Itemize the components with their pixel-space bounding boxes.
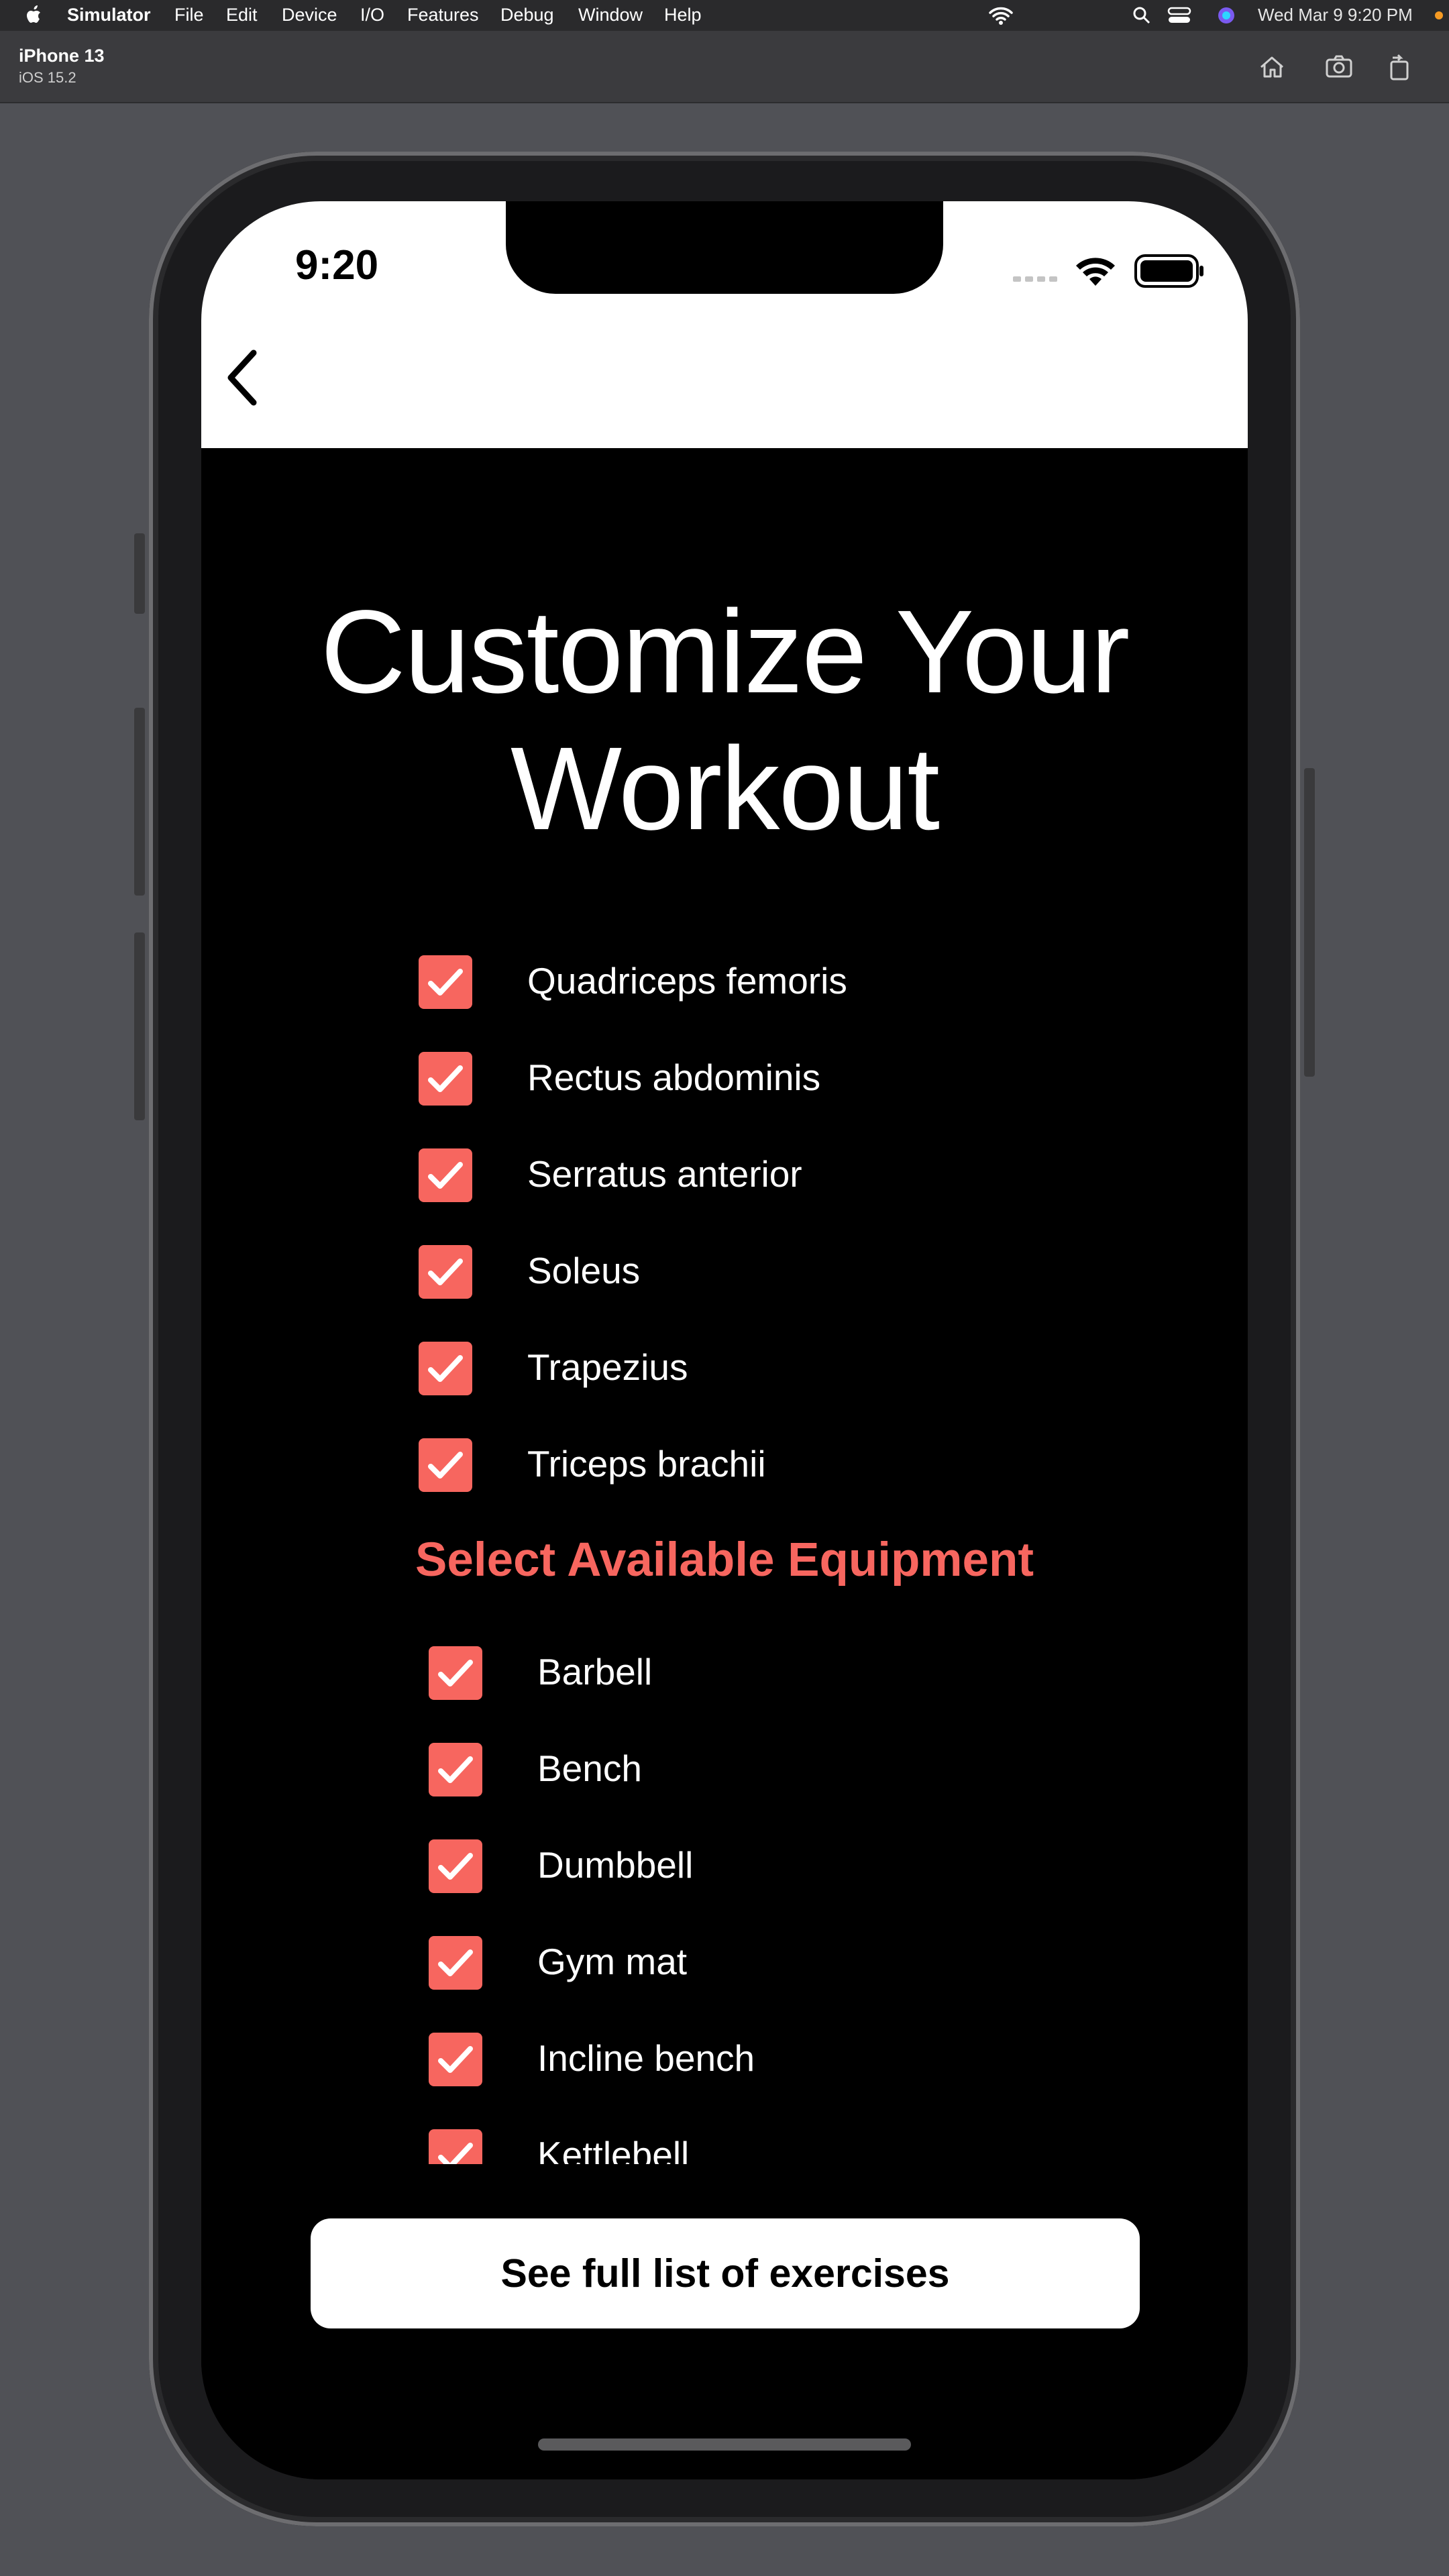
simulator-toolbar: iPhone 13 iOS 15.2: [0, 31, 1449, 103]
checkbox-checked[interactable]: [419, 1342, 472, 1395]
muscle-label: Triceps brachii: [527, 1443, 766, 1485]
muscle-option[interactable]: Soleus: [419, 1245, 1022, 1301]
checkmark-icon: [428, 1452, 463, 1479]
page-title: Customize Your Workout: [201, 584, 1248, 857]
equipment-label: Bench: [537, 1748, 642, 1789]
wifi-icon: [1076, 258, 1115, 286]
menu-help[interactable]: Help: [664, 5, 702, 25]
checkmark-icon: [438, 1853, 473, 1880]
checkmark-icon: [438, 2046, 473, 2073]
menu-features[interactable]: Features: [407, 5, 479, 25]
equipment-option[interactable]: Incline bench: [429, 2033, 1032, 2089]
equipment-label: Dumbbell: [537, 1844, 694, 1886]
checkbox-checked[interactable]: [419, 1148, 472, 1202]
muscle-label: Serratus anterior: [527, 1153, 802, 1195]
power-button: [1304, 768, 1315, 1077]
volume-down-button: [134, 932, 145, 1120]
equipment-option[interactable]: Barbell: [429, 1646, 1032, 1703]
checkmark-icon: [438, 1756, 473, 1783]
checkmark-icon: [428, 1065, 463, 1092]
checkbox-checked[interactable]: [429, 1839, 482, 1893]
menu-edit[interactable]: Edit: [226, 5, 258, 25]
search-icon[interactable]: [1132, 6, 1151, 25]
checkmark-icon: [428, 1162, 463, 1189]
notch: [506, 201, 943, 294]
checkmark-icon: [428, 969, 463, 996]
equipment-label: Gym mat: [537, 1941, 688, 1982]
mute-switch: [134, 533, 145, 614]
checkbox-checked[interactable]: [419, 955, 472, 1009]
checkbox-checked[interactable]: [419, 1438, 472, 1492]
rotate-icon[interactable]: [1383, 51, 1415, 83]
page-title-line-2: Workout: [510, 723, 940, 855]
battery-icon: [1134, 254, 1203, 288]
checkbox-checked[interactable]: [429, 1936, 482, 1990]
equipment-label: Barbell: [537, 1651, 653, 1693]
device-os-version: iOS 15.2: [19, 69, 76, 86]
checkmark-icon: [428, 1258, 463, 1285]
checkbox-checked[interactable]: [419, 1052, 472, 1106]
checkbox-checked[interactable]: [419, 1245, 472, 1299]
equipment-option[interactable]: Bench: [429, 1743, 1032, 1799]
macos-menu-bar: Simulator File Edit Device I/O Features …: [0, 0, 1449, 31]
equipment-option[interactable]: Dumbbell: [429, 1839, 1032, 1896]
home-indicator[interactable]: [538, 2438, 911, 2451]
iphone-screen: 9:20 Customize Your Workout Quadriceps f…: [201, 201, 1248, 2479]
checkbox-checked[interactable]: [429, 1646, 482, 1700]
muscle-option[interactable]: Quadriceps femoris: [419, 955, 1022, 1012]
muscle-label: Rectus abdominis: [527, 1057, 821, 1098]
muscle-option[interactable]: Trapezius: [419, 1342, 1022, 1398]
equipment-section-heading: Select Available Equipment: [415, 1534, 1034, 1587]
menu-device[interactable]: Device: [282, 5, 337, 25]
control-center-icon[interactable]: [1167, 7, 1191, 24]
device-name: iPhone 13: [19, 46, 105, 66]
status-time: 9:20: [295, 242, 379, 288]
menu-window[interactable]: Window: [578, 5, 643, 25]
checkmark-icon: [438, 1660, 473, 1686]
muscle-label: Trapezius: [527, 1346, 688, 1388]
apple-logo-icon[interactable]: [24, 5, 44, 26]
volume-up-button: [134, 708, 145, 896]
muscle-label: Soleus: [527, 1250, 641, 1291]
muscle-option[interactable]: Serratus anterior: [419, 1148, 1022, 1205]
siri-icon[interactable]: [1217, 6, 1236, 25]
notification-dot-icon: [1435, 11, 1443, 19]
page-title-line-1: Customize Your: [320, 586, 1130, 718]
checkbox-checked[interactable]: [429, 1743, 482, 1796]
muscle-option[interactable]: Rectus abdominis: [419, 1052, 1022, 1108]
menu-debug[interactable]: Debug: [500, 5, 554, 25]
menu-app-name[interactable]: Simulator: [67, 5, 151, 25]
equipment-option[interactable]: Gym mat: [429, 1936, 1032, 1992]
equipment-label: Incline bench: [537, 2037, 755, 2079]
home-icon[interactable]: [1256, 51, 1288, 83]
muscle-option[interactable]: Triceps brachii: [419, 1438, 1022, 1495]
checkmark-icon: [428, 1355, 463, 1382]
back-chevron-icon[interactable]: [221, 347, 262, 408]
menu-io[interactable]: I/O: [360, 5, 384, 25]
checkbox-checked[interactable]: [429, 2033, 482, 2086]
cellular-signal-icon: [1013, 276, 1057, 282]
screenshot-icon[interactable]: [1323, 51, 1355, 83]
muscle-label: Quadriceps femoris: [527, 960, 847, 1002]
see-full-list-button[interactable]: See full list of exercises: [311, 2218, 1140, 2328]
wifi-status-icon[interactable]: [987, 6, 1014, 25]
checkmark-icon: [438, 1949, 473, 1976]
menu-file[interactable]: File: [174, 5, 204, 25]
menubar-datetime[interactable]: Wed Mar 9 9:20 PM: [1258, 5, 1413, 25]
